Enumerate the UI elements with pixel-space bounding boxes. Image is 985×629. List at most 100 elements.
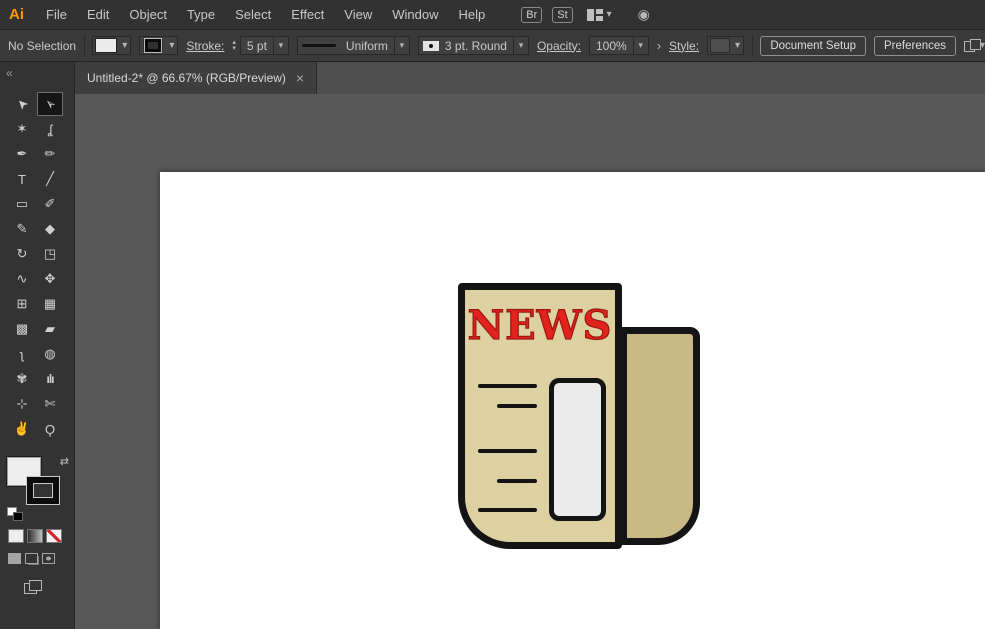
stroke-color-dropdown[interactable]: ▾	[139, 36, 178, 55]
artboard-tool[interactable]: ⊹	[9, 392, 35, 416]
perspective-grid-tool[interactable]: ▦	[37, 292, 63, 316]
line-segment-tool[interactable]: ╱	[37, 167, 63, 191]
document-setup-button[interactable]: Document Setup	[760, 36, 866, 56]
sync-icon[interactable]: ◉	[638, 6, 650, 23]
menu-help[interactable]: Help	[448, 7, 495, 22]
chevron-down-icon[interactable]: ▾	[273, 37, 288, 54]
color-fill-button[interactable]	[8, 529, 24, 543]
stroke-panel-link[interactable]: Stroke:	[186, 39, 224, 53]
newspaper-back-page-shape[interactable]	[620, 327, 700, 545]
collapse-panel-icon[interactable]: «	[6, 66, 13, 80]
hand-tool[interactable]: ✌	[9, 417, 35, 441]
free-transform-tool[interactable]: ✥	[37, 267, 63, 291]
menu-object[interactable]: Object	[119, 7, 177, 22]
swap-fill-stroke-icon[interactable]: ⇄	[60, 455, 69, 468]
column-graph-tool[interactable]: ılı	[37, 367, 63, 391]
default-fill-stroke-icon[interactable]	[7, 507, 23, 521]
screen-mode-button[interactable]	[24, 580, 42, 593]
chevron-down-icon: ▾	[122, 40, 127, 51]
slice-tool[interactable]: ✄	[37, 392, 63, 416]
canvas-area[interactable]: NEWS	[75, 94, 985, 629]
fill-color-chip	[96, 39, 116, 52]
stepper-down-icon[interactable]: ▾	[232, 46, 236, 52]
menu-window[interactable]: Window	[382, 7, 448, 22]
chevron-down-icon[interactable]: ▾	[607, 9, 612, 20]
symbol-sprayer-tool[interactable]: ✾	[9, 367, 35, 391]
menu-select[interactable]: Select	[225, 7, 281, 22]
headline-rule-line[interactable]	[478, 384, 537, 388]
width-tool[interactable]: ∿	[9, 267, 35, 291]
menu-bar: Ai File Edit Object Type Select Effect V…	[0, 0, 985, 30]
draw-behind-button[interactable]	[25, 553, 38, 564]
menu-effect[interactable]: Effect	[281, 7, 334, 22]
eyedropper-tool[interactable]: ʅ	[9, 342, 35, 366]
news-headline-text[interactable]: NEWS	[465, 302, 615, 349]
arrange-documents-icon[interactable]	[964, 39, 968, 52]
draw-inside-button[interactable]	[42, 553, 55, 564]
tools-grid: ➤ ➣ ✶ ʆ ✒ ✏ T ╱ ▭ ✐ ✎ ◆ ↻ ◳ ∿ ✥ ⊞ ▦ ▩ ▰ …	[0, 92, 74, 441]
headline-rule-line[interactable]	[497, 479, 537, 483]
paintbrush-tool[interactable]: ✐	[37, 192, 63, 216]
document-tab[interactable]: Untitled-2* @ 66.67% (RGB/Preview) ×	[75, 62, 317, 94]
rectangle-tool[interactable]: ▭	[9, 192, 35, 216]
direct-selection-tool[interactable]: ➣	[37, 92, 63, 116]
headline-rule-line[interactable]	[497, 404, 537, 408]
curvature-tool[interactable]: ✏	[37, 142, 63, 166]
chevron-down-icon[interactable]: ▾	[394, 37, 409, 54]
stroke-color-swatch[interactable]	[27, 477, 59, 504]
menu-type[interactable]: Type	[177, 7, 225, 22]
newspaper-front-page-shape[interactable]: NEWS	[458, 283, 622, 549]
graphic-style-chip	[711, 39, 729, 52]
rotate-tool[interactable]: ↻	[9, 242, 35, 266]
width-profile-value: Uniform	[340, 39, 394, 53]
selection-tool[interactable]: ➤	[9, 92, 35, 116]
opacity-field[interactable]: 100% ▾	[589, 36, 649, 55]
drawing-mode-buttons	[8, 553, 74, 564]
graphic-style-dropdown[interactable]: ▾	[707, 36, 744, 55]
illustrator-window: Ai File Edit Object Type Select Effect V…	[0, 0, 985, 629]
headline-rule-line[interactable]	[478, 508, 537, 512]
bridge-button[interactable]: Br	[521, 7, 542, 23]
chevron-down-icon[interactable]: ▾	[513, 37, 528, 54]
stroke-weight-value: 5 pt	[241, 39, 273, 53]
shape-builder-tool[interactable]: ⊞	[9, 292, 35, 316]
artboard[interactable]: NEWS	[160, 172, 985, 629]
chevron-down-icon[interactable]: ▾	[633, 37, 648, 54]
none-fill-button[interactable]	[46, 529, 62, 543]
opacity-panel-link[interactable]: Opacity:	[537, 39, 581, 53]
gradient-tool[interactable]: ▰	[37, 317, 63, 341]
preferences-button[interactable]: Preferences	[874, 36, 956, 56]
gradient-fill-button[interactable]	[27, 529, 43, 543]
pen-tool[interactable]: ✒	[9, 142, 35, 166]
pencil-tool[interactable]: ✎	[9, 217, 35, 241]
menu-view[interactable]: View	[334, 7, 382, 22]
fill-color-dropdown[interactable]: ▾	[92, 36, 131, 55]
zoom-tool[interactable]: Ϙ	[37, 417, 63, 441]
tools-panel: « ➤ ➣ ✶ ʆ ✒ ✏ T ╱ ▭ ✐ ✎ ◆ ↻ ◳ ∿ ✥ ⊞ ▦ ▩ …	[0, 62, 75, 629]
scale-tool[interactable]: ◳	[37, 242, 63, 266]
menu-file[interactable]: File	[36, 7, 77, 22]
stroke-weight-stepper[interactable]: ▴ ▾	[232, 40, 236, 52]
menu-edit[interactable]: Edit	[77, 7, 119, 22]
chevron-right-icon[interactable]: ›	[657, 38, 661, 53]
width-profile-dropdown[interactable]: Uniform ▾	[297, 36, 410, 55]
document-tab-bar: Untitled-2* @ 66.67% (RGB/Preview) ×	[75, 62, 985, 94]
close-tab-icon[interactable]: ×	[296, 70, 304, 86]
workspace-switcher-icon[interactable]	[587, 9, 603, 21]
stock-button[interactable]: St	[552, 7, 572, 23]
brush-preview-icon	[423, 41, 439, 51]
stroke-weight-field[interactable]: 5 pt ▾	[240, 36, 289, 55]
lasso-tool[interactable]: ʆ	[37, 117, 63, 141]
magic-wand-tool[interactable]: ✶	[9, 117, 35, 141]
newspaper-photo-placeholder[interactable]	[549, 378, 606, 521]
mesh-tool[interactable]: ▩	[9, 317, 35, 341]
blend-tool[interactable]: ◍	[37, 342, 63, 366]
eraser-tool[interactable]: ◆	[37, 217, 63, 241]
type-tool[interactable]: T	[9, 167, 35, 191]
control-bar: No Selection ▾ ▾ Stroke: ▴ ▾ 5 pt ▾ Unif…	[0, 30, 985, 62]
document-tab-title: Untitled-2* @ 66.67% (RGB/Preview)	[87, 71, 286, 85]
draw-normal-button[interactable]	[8, 553, 21, 564]
style-panel-link[interactable]: Style:	[669, 39, 699, 53]
headline-rule-line[interactable]	[478, 449, 537, 453]
brush-dropdown[interactable]: 3 pt. Round ▾	[418, 36, 529, 55]
